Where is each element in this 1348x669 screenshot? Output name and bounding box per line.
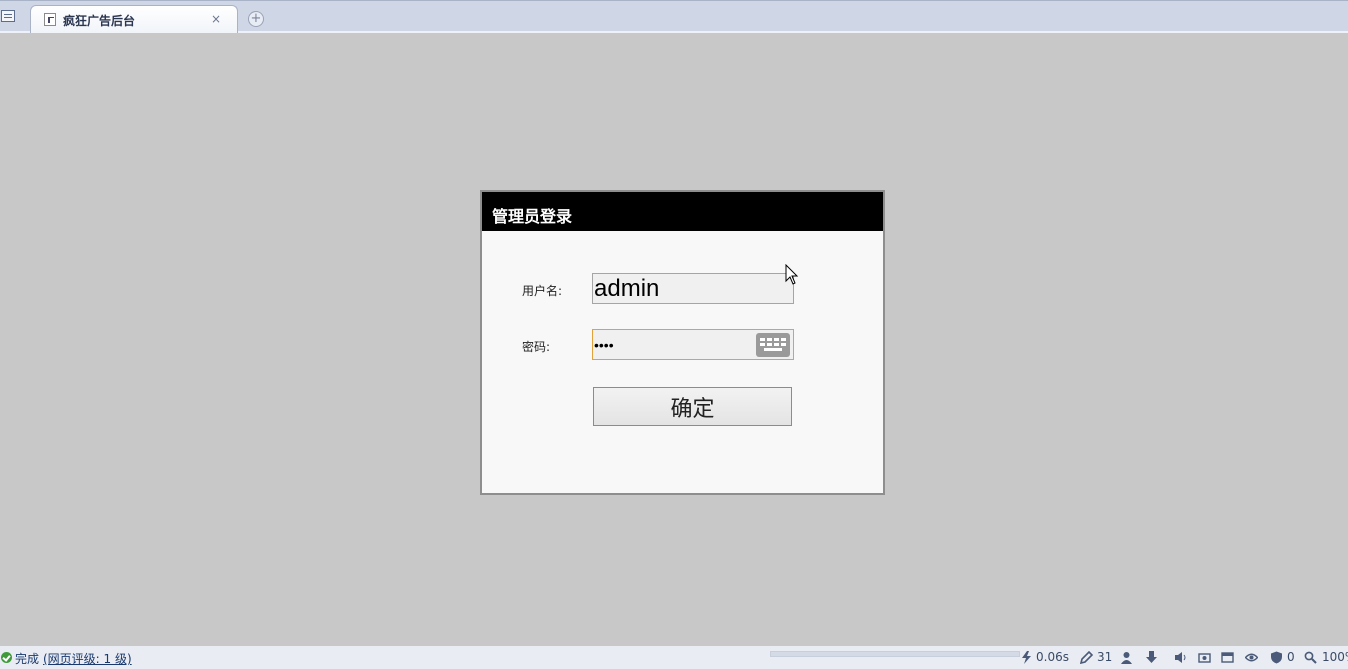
dialog-title: 管理员登录 — [492, 207, 573, 226]
user-icon[interactable] — [1120, 651, 1133, 664]
dialog-header: 管理员登录 — [482, 192, 883, 231]
pen-icon[interactable] — [1080, 651, 1093, 664]
window-icon[interactable] — [1221, 651, 1234, 664]
zoom-level[interactable]: 100% — [1322, 650, 1348, 664]
keyboard-keys — [760, 338, 786, 352]
count-b: 0 — [1287, 650, 1295, 664]
password-label: 密码: — [522, 340, 551, 354]
progress-track — [770, 651, 1020, 657]
count-a: 31 — [1097, 650, 1113, 664]
page-list-icon[interactable] — [1, 10, 15, 22]
status-ok-icon — [1, 652, 12, 663]
status-text: 完成 — [15, 652, 40, 666]
zoom-icon[interactable] — [1304, 651, 1317, 664]
download-icon[interactable] — [1145, 651, 1158, 664]
eye-icon[interactable] — [1245, 651, 1258, 664]
tab-close-icon[interactable]: × — [211, 12, 221, 26]
tab-title: 疯狂广告后台 — [63, 14, 136, 28]
screenshot-icon[interactable] — [1198, 651, 1211, 664]
browser-tab-strip: 疯狂广告后台 × + — [0, 0, 1348, 33]
username-label: 用户名: — [522, 284, 563, 298]
new-tab-icon[interactable]: + — [248, 11, 264, 27]
admin-login-dialog: 管理员登录 用户名: 密码: 确定 — [480, 190, 885, 495]
load-time: 0.06s — [1036, 650, 1069, 664]
lightning-icon[interactable] — [1020, 651, 1033, 664]
mouse-cursor-icon — [785, 264, 799, 285]
page-rating-link[interactable]: (网页评级: 1 级) — [43, 650, 132, 667]
submit-button[interactable]: 确定 — [593, 387, 792, 426]
browser-tab-active[interactable]: 疯狂广告后台 × — [30, 5, 238, 33]
username-input[interactable] — [592, 273, 794, 304]
speaker-icon[interactable] — [1174, 651, 1187, 664]
page-icon — [44, 13, 56, 26]
status-bar: 完成 (网页评级: 1 级) 0.06s 31 0 100% — [0, 645, 1348, 669]
virtual-keyboard-icon[interactable] — [756, 333, 790, 357]
shield-icon[interactable] — [1270, 651, 1283, 664]
